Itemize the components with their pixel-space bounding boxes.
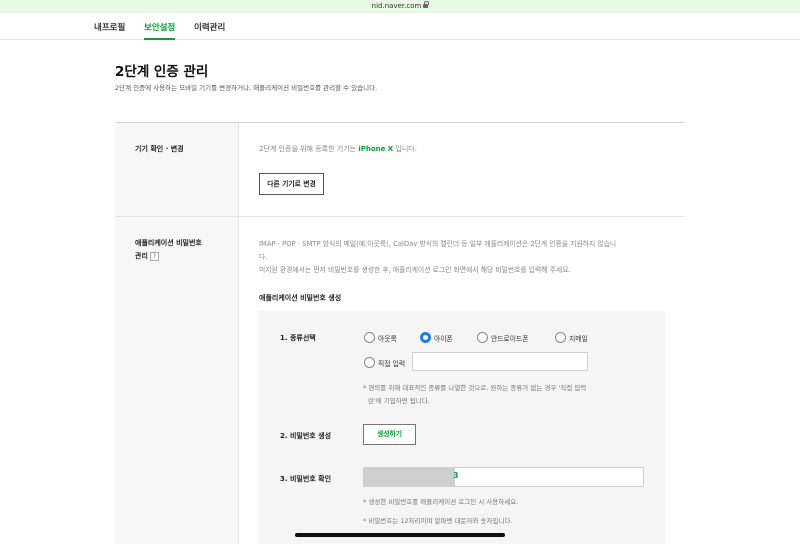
app-password-row-label-2: 관리? bbox=[135, 251, 159, 261]
home-indicator bbox=[295, 533, 505, 537]
radio-android-label[interactable]: 안드로이드폰 bbox=[491, 333, 529, 343]
table-top-border bbox=[115, 122, 685, 123]
radio-android[interactable] bbox=[477, 332, 488, 343]
radio-outlook[interactable] bbox=[364, 332, 375, 343]
radio-direct-input-label[interactable]: 직접 입력 bbox=[378, 358, 405, 368]
url-text: nid.naver.com bbox=[371, 2, 422, 10]
step3-label: 3. 비밀번호 확인 bbox=[280, 475, 332, 483]
radio-iphone-label[interactable]: 아이폰 bbox=[434, 333, 453, 343]
step3-note-line-2: * 비밀번호는 12자리이며 알파벳 대문자와 숫자입니다. bbox=[363, 517, 513, 525]
change-device-button[interactable]: 다른 기기로 변경 bbox=[259, 173, 324, 195]
radio-outlook-label[interactable]: 아웃룩 bbox=[378, 333, 397, 343]
app-password-label-manage: 관리 bbox=[135, 252, 148, 260]
step1-label: 1. 종류선택 bbox=[280, 334, 316, 342]
app-password-row-label: 애플리케이션 비밀번호 bbox=[135, 239, 202, 247]
top-tabs: 내프로필 보안설정 이력관리 bbox=[0, 13, 800, 40]
page-title: 2단계 인증 관리 bbox=[115, 64, 209, 80]
info-line-3: 미지원 환경에서는 먼저 비밀번호를 생성한 후, 애플리케이션 로그인 화면에… bbox=[259, 266, 571, 274]
lock-icon bbox=[423, 1, 430, 8]
device-name: iPhone X bbox=[358, 145, 394, 153]
page-description: 2단계 인증에 사용하는 모바일 기기를 변경하거나, 애플리케이션 비밀번호를… bbox=[115, 84, 378, 92]
label-column bbox=[115, 123, 239, 544]
tab-security[interactable]: 보안설정 bbox=[144, 21, 175, 33]
row-divider bbox=[115, 216, 685, 217]
device-text-suffix: 입니다. bbox=[393, 145, 417, 153]
device-text-prefix: 2단계 인증을 위해 등록한 기기는 bbox=[259, 145, 359, 153]
device-row-label: 기기 확인 · 변경 bbox=[135, 145, 184, 153]
direct-input-field[interactable] bbox=[412, 352, 588, 371]
radio-direct-input[interactable] bbox=[364, 357, 375, 368]
info-line-1: IMAP · POP · SMTP 방식의 메일(예:아웃룩), CalDav … bbox=[259, 240, 617, 248]
device-description: 2단계 인증을 위해 등록한 기기는 iPhone X 입니다. bbox=[259, 144, 417, 154]
url-bar[interactable]: nid.naver.com bbox=[0, 0, 800, 13]
generated-password-field[interactable]: 3 bbox=[363, 467, 644, 487]
radio-gmail-label[interactable]: 지메일 bbox=[569, 333, 588, 343]
active-tab-indicator bbox=[144, 38, 175, 40]
radio-iphone[interactable] bbox=[420, 332, 431, 343]
step1-note-line-1: * 편의를 위해 대표적인 종류를 나열한 것으로, 원하는 종류가 없는 경우… bbox=[363, 384, 587, 392]
help-icon[interactable]: ? bbox=[149, 252, 159, 261]
password-redaction bbox=[364, 468, 455, 486]
step3-note-line-1: * 생성한 비밀번호를 애플리케이션 로그인 시 사용하세요. bbox=[363, 498, 519, 506]
radio-gmail[interactable] bbox=[555, 332, 566, 343]
step1-note-line-2: 란'에 기입하면 됩니다. bbox=[368, 397, 430, 405]
password-visible-char: 3 bbox=[453, 471, 459, 480]
generate-password-button[interactable]: 생성하기 bbox=[363, 424, 416, 445]
info-line-2: 다. bbox=[259, 253, 268, 261]
generate-section-title: 애플리케이션 비밀번호 생성 bbox=[259, 294, 342, 302]
tab-history[interactable]: 이력관리 bbox=[194, 21, 225, 33]
generate-panel bbox=[259, 311, 665, 544]
tab-profile[interactable]: 내프로필 bbox=[94, 21, 125, 33]
step2-label: 2. 비밀번호 생성 bbox=[280, 432, 332, 440]
